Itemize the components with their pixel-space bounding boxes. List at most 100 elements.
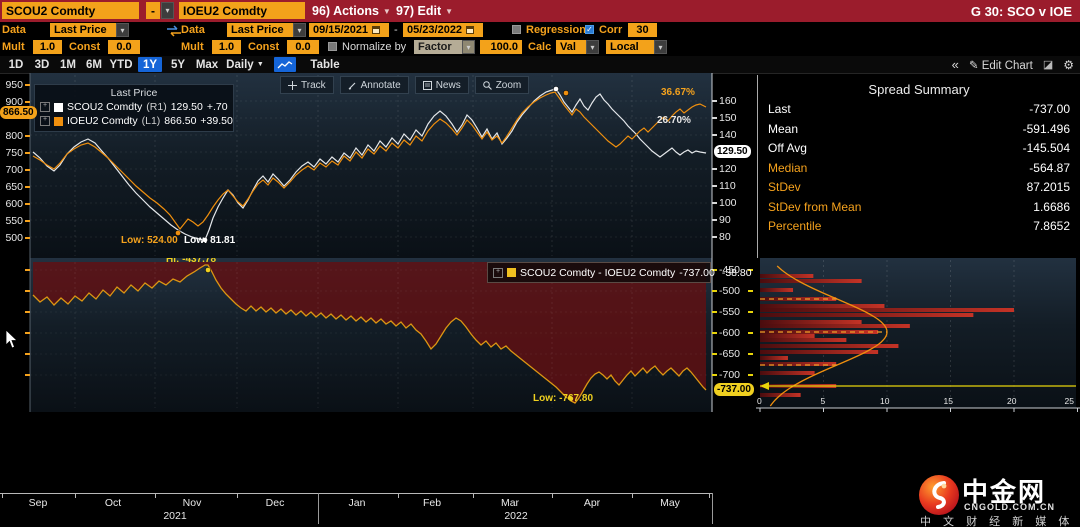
line-chart-type-button[interactable] bbox=[274, 57, 296, 72]
series-swatch bbox=[507, 268, 516, 277]
y-axis-tick-label: -550 bbox=[719, 306, 741, 318]
actions-menu[interactable]: 96) Actions ▼ bbox=[312, 0, 391, 22]
news-button[interactable]: News bbox=[414, 76, 469, 94]
date-to-input[interactable]: 05/23/2022 bbox=[403, 23, 483, 37]
ticker1-input[interactable]: SCOU2 Comdty bbox=[2, 2, 139, 19]
calc-dropdown[interactable]: ▾ bbox=[586, 40, 599, 54]
gear-icon[interactable]: ⚙ bbox=[1063, 58, 1074, 72]
edit-menu-label: 97) Edit bbox=[396, 4, 442, 18]
summary-value: 87.2015 bbox=[1026, 180, 1070, 194]
distribution-histogram-pane[interactable]: 0 5 10 15 20 25 bbox=[756, 258, 1080, 412]
tab-period-3d[interactable]: 3D bbox=[30, 57, 54, 72]
mult-input-1[interactable]: 1.0 bbox=[33, 40, 62, 54]
annotation-panel-icon[interactable]: ◪ bbox=[1043, 58, 1053, 71]
tab-period-1m[interactable]: 1M bbox=[56, 57, 80, 72]
axis-tick bbox=[398, 493, 399, 498]
expand-icon[interactable]: + bbox=[493, 267, 503, 278]
expand-icon[interactable]: + bbox=[40, 102, 50, 112]
y-axis-tick-label: 110 bbox=[719, 180, 736, 192]
data-source-dropdown-1[interactable]: ▾ bbox=[116, 23, 129, 37]
y-axis-tick-label: 700 bbox=[5, 164, 23, 176]
spread-series-label: SCOU2 Comdty - IOEU2 Comdty bbox=[520, 266, 676, 279]
legend-series-row[interactable]: + SCOU2 Comdty (R1) 129.50 +.70 bbox=[40, 101, 228, 113]
tab-period-1y[interactable]: 1Y bbox=[138, 57, 162, 72]
summary-row: Mean -591.496 bbox=[768, 120, 1070, 140]
normalize-by-dropdown[interactable]: ▾ bbox=[462, 40, 475, 54]
data-source-select-2[interactable]: Last Price bbox=[227, 23, 293, 37]
y-axis-tick-label: -700 bbox=[719, 369, 741, 381]
chart-annotation: Hi: -437.78 bbox=[166, 258, 217, 265]
table-view-button[interactable]: Table bbox=[306, 57, 344, 72]
price-chart-pane[interactable]: Last Price + SCOU2 Comdty (R1) 129.50 +.70 + I… bbox=[0, 73, 756, 258]
track-button[interactable]: Track bbox=[280, 76, 334, 94]
chevron-down-icon: ▼ bbox=[382, 6, 391, 16]
x-axis-month-label: Sep bbox=[28, 497, 48, 509]
window-title: G 30: SCO v IOE bbox=[970, 3, 1072, 19]
y-axis-tick-label: 500 bbox=[5, 232, 23, 244]
tab-period-5y[interactable]: 5Y bbox=[166, 57, 190, 72]
chart-legend[interactable]: Last Price + SCOU2 Comdty (R1) 129.50 +.70 + I… bbox=[34, 84, 234, 132]
mult-const-row: Mult 1.0 Const 0.0 Mult 1.0 Const 0.0 No… bbox=[0, 39, 1080, 56]
const-input-2[interactable]: 0.0 bbox=[287, 40, 319, 54]
chevron-down-icon: ▼ bbox=[256, 61, 264, 68]
summary-row: Percentile 7.8652 bbox=[768, 217, 1070, 237]
summary-value: -737.00 bbox=[1029, 102, 1070, 116]
collapse-panel-button[interactable]: « bbox=[952, 57, 959, 72]
mult-label-1: Mult bbox=[2, 41, 25, 53]
summary-row: StDev 87.2015 bbox=[768, 178, 1070, 198]
ticker2-input[interactable]: IOEU2 Comdty bbox=[179, 2, 305, 19]
spread-chart-pane[interactable]: + SCOU2 Comdty - IOEU2 Comdty -737.00 -3… bbox=[0, 258, 756, 412]
summary-value: 1.6686 bbox=[1033, 199, 1070, 214]
annotate-button[interactable]: Annotate bbox=[339, 76, 409, 94]
normalize-amount-input[interactable]: 100.0 bbox=[480, 40, 522, 54]
spread-operator-input[interactable]: - bbox=[146, 2, 160, 19]
tab-period-max[interactable]: Max bbox=[192, 57, 222, 72]
calc-select[interactable]: Val bbox=[556, 40, 586, 54]
y-axis-tick-label: 160 bbox=[719, 95, 737, 107]
line-chart-icon bbox=[277, 60, 293, 68]
summary-label: Mean bbox=[768, 121, 799, 136]
data-source-select-1[interactable]: Last Price bbox=[50, 23, 116, 37]
data-source-dropdown-2[interactable]: ▾ bbox=[293, 23, 306, 37]
summary-row: Last -737.00 bbox=[768, 100, 1070, 120]
spread-series-legend[interactable]: + SCOU2 Comdty - IOEU2 Comdty -737.00 -3… bbox=[487, 262, 752, 283]
tab-period-1d[interactable]: 1D bbox=[4, 57, 28, 72]
expand-icon[interactable]: + bbox=[40, 116, 50, 126]
legend-series-row[interactable]: + IOEU2 Comdty (L1) 866.50 +39.50 bbox=[40, 115, 233, 127]
zoom-button[interactable]: Zoom bbox=[474, 76, 530, 94]
spread-operator-dropdown[interactable]: ▾ bbox=[161, 2, 174, 19]
summary-row: StDev from Mean 1.6686 bbox=[768, 198, 1070, 218]
currency-dropdown[interactable]: ▾ bbox=[654, 40, 667, 54]
swap-securities-icon[interactable] bbox=[166, 25, 182, 37]
axis-tick bbox=[75, 493, 76, 498]
crosshair-icon bbox=[288, 80, 297, 90]
tab-period-ytd[interactable]: YTD bbox=[106, 57, 136, 72]
x-axis-tick-label: 0 bbox=[757, 396, 762, 406]
currency-select[interactable]: Local bbox=[606, 40, 654, 54]
pencil-icon: ✎ bbox=[968, 59, 979, 72]
frequency-select[interactable]: Daily ▼ bbox=[222, 57, 268, 72]
corr-period-input[interactable]: 30 bbox=[628, 23, 657, 37]
axis-tick bbox=[632, 493, 633, 498]
edit-chart-button[interactable]: ✎ Edit Chart bbox=[969, 58, 1033, 72]
summary-label: StDev bbox=[768, 180, 801, 194]
normalize-by-select[interactable]: Factor bbox=[414, 40, 462, 54]
y-axis-tick-label: 650 bbox=[5, 181, 23, 193]
const-input-1[interactable]: 0.0 bbox=[108, 40, 140, 54]
tab-period-6m[interactable]: 6M bbox=[82, 57, 106, 72]
mult-input-2[interactable]: 1.0 bbox=[212, 40, 241, 54]
summary-label: Off Avg bbox=[768, 141, 807, 155]
watermark-tagline: 中 文 财 经 新 媒 体 bbox=[920, 516, 1074, 527]
summary-value: -564.87 bbox=[1029, 160, 1070, 175]
title-bar: SCOU2 Comdty - ▾ IOEU2 Comdty 96) Action… bbox=[0, 0, 1080, 22]
y-axis-tick-label: 150 bbox=[719, 112, 737, 124]
normalize-label: Normalize by bbox=[342, 41, 407, 53]
date-from-input[interactable]: 09/15/2021 bbox=[309, 23, 389, 37]
normalize-checkbox[interactable] bbox=[328, 42, 337, 51]
corr-checkbox[interactable]: ✓ bbox=[585, 25, 594, 34]
bloomberg-spread-chart-window: SCOU2 Comdty - ▾ IOEU2 Comdty 96) Action… bbox=[0, 0, 1080, 527]
series-swatch bbox=[54, 102, 63, 112]
edit-menu[interactable]: 97) Edit ▼ bbox=[396, 0, 453, 22]
summary-row: Off Avg -145.504 bbox=[768, 139, 1070, 159]
regression-checkbox[interactable] bbox=[512, 25, 521, 34]
